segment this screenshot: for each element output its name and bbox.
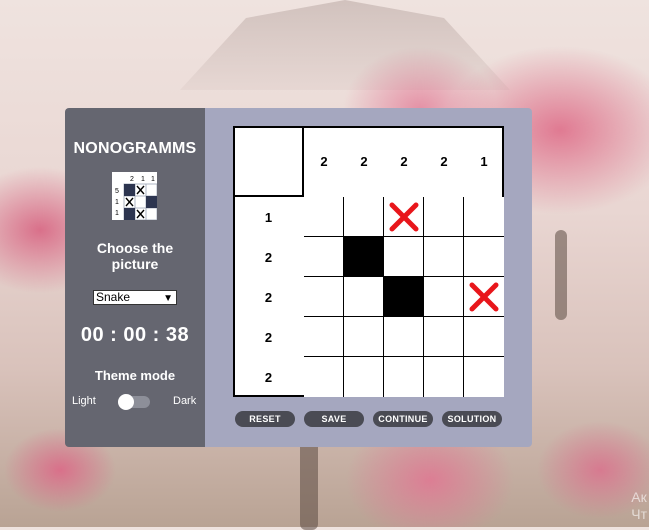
logo-left-clue: 5 xyxy=(115,188,119,195)
grid-cell[interactable] xyxy=(464,237,504,277)
background-tree-trunk xyxy=(300,440,318,530)
grid-cell[interactable] xyxy=(464,317,504,357)
row-clue: 2 xyxy=(264,370,273,385)
nonogram-logo-icon: 2 1 1 5 1 1 xyxy=(112,172,157,220)
chevron-down-icon: ▼ xyxy=(163,293,173,304)
row-clue: 2 xyxy=(264,290,273,305)
logo-left-clue: 1 xyxy=(115,199,119,206)
theme-toggle[interactable] xyxy=(118,394,150,410)
grid-cell[interactable] xyxy=(424,357,464,397)
background-temple-roof xyxy=(180,0,510,90)
save-button[interactable]: SAVE xyxy=(304,411,364,427)
board-corner xyxy=(235,128,304,197)
logo-top-clue: 2 xyxy=(130,176,134,183)
game-panel: NONOGRAMMS 2 1 1 5 1 1 Choose the pictur… xyxy=(65,108,532,447)
grid-cell[interactable] xyxy=(464,357,504,397)
logo-top-clue: 1 xyxy=(141,176,145,183)
cross-mark-icon xyxy=(389,202,419,232)
grid-cell[interactable] xyxy=(384,357,424,397)
row-clue: 1 xyxy=(264,210,273,225)
picture-select[interactable]: Snake ▼ xyxy=(93,290,177,305)
grid-cell[interactable] xyxy=(464,277,504,317)
grid-cell[interactable] xyxy=(384,277,424,317)
column-clue: 2 xyxy=(320,154,328,169)
grid-cell[interactable] xyxy=(304,357,344,397)
sidebar: NONOGRAMMS 2 1 1 5 1 1 Choose the pictur… xyxy=(65,108,205,447)
nonogram-board: 2 2 2 2 1 1 2 2 2 2 xyxy=(233,126,504,397)
grid-cell[interactable] xyxy=(384,317,424,357)
solution-button[interactable]: SOLUTION xyxy=(442,411,502,427)
continue-button[interactable]: CONTINUE xyxy=(373,411,433,427)
grid-cell[interactable] xyxy=(424,237,464,277)
logo-top-clue: 1 xyxy=(151,176,155,183)
grid-cell[interactable] xyxy=(304,277,344,317)
column-clue: 2 xyxy=(400,154,408,169)
choose-picture-label: Choose the picture xyxy=(96,240,174,272)
theme-toggle-knob[interactable] xyxy=(118,394,134,410)
grid-cell[interactable] xyxy=(384,237,424,277)
light-label: Light xyxy=(72,395,96,407)
grid-cell[interactable] xyxy=(464,197,504,237)
cross-mark-icon xyxy=(469,282,499,312)
grid-cell[interactable] xyxy=(344,197,384,237)
watermark: Ак Чт xyxy=(631,489,647,522)
grid-cell[interactable] xyxy=(304,317,344,357)
column-clue: 2 xyxy=(440,154,448,169)
dark-label: Dark xyxy=(173,395,197,407)
picture-select-value: Snake xyxy=(96,290,131,304)
background-tree-trunk xyxy=(555,230,567,320)
column-clue: 1 xyxy=(480,154,488,169)
grid-cell[interactable] xyxy=(424,197,464,237)
grid-cell[interactable] xyxy=(344,357,384,397)
grid-cell[interactable] xyxy=(424,277,464,317)
app-title: NONOGRAMMS xyxy=(73,140,197,157)
grid-cell[interactable] xyxy=(344,317,384,357)
timer: 00 : 00 : 38 xyxy=(80,324,190,346)
grid-cell[interactable] xyxy=(304,197,344,237)
main-area: 2 2 2 2 1 1 2 2 2 2 RESET SAVE CONTINUE … xyxy=(205,108,532,447)
grid-cell[interactable] xyxy=(344,237,384,277)
grid-cell[interactable] xyxy=(344,277,384,317)
grid-cell[interactable] xyxy=(424,317,464,357)
reset-button[interactable]: RESET xyxy=(235,411,295,427)
logo-left-clue: 1 xyxy=(115,210,119,217)
grid-cell[interactable] xyxy=(304,237,344,277)
row-clue: 2 xyxy=(264,330,273,345)
theme-mode-label: Theme mode xyxy=(94,368,176,383)
column-clue: 2 xyxy=(360,154,368,169)
row-clue: 2 xyxy=(264,250,273,265)
grid-cell[interactable] xyxy=(384,197,424,237)
